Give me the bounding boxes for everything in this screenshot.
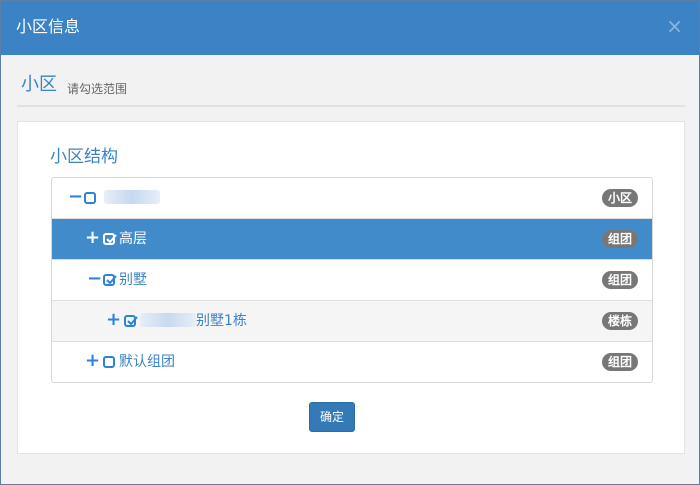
section-title: 小区 bbox=[21, 74, 57, 95]
checkbox-checked-icon[interactable] bbox=[103, 274, 117, 286]
tree-node-community[interactable]: − 小区 bbox=[52, 178, 652, 219]
node-type-badge: 组团 bbox=[601, 271, 638, 289]
tree-title: 小区结构 bbox=[50, 147, 118, 167]
expand-icon[interactable]: + bbox=[106, 311, 121, 329]
node-type-badge: 楼栋 bbox=[601, 312, 638, 330]
dialog-header: 小区信息 × bbox=[1, 1, 699, 55]
node-type-badge: 小区 bbox=[601, 189, 638, 207]
expand-icon[interactable]: + bbox=[85, 229, 100, 247]
section-header: 小区 请勾选范围 bbox=[17, 69, 685, 107]
confirm-button[interactable]: 确定 bbox=[309, 402, 355, 432]
tree-node-label bbox=[104, 189, 160, 207]
collapse-icon[interactable]: − bbox=[87, 270, 102, 288]
collapse-icon[interactable]: − bbox=[68, 188, 83, 206]
dialog-title: 小区信息 bbox=[16, 17, 81, 36]
community-tree: − 小区 + 高层 组团 − 别墅 组团 + 别墅1栋 楼栋 + 默认组团 组团 bbox=[51, 177, 653, 383]
node-type-badge: 组团 bbox=[601, 230, 638, 248]
checkbox-unchecked-icon[interactable] bbox=[84, 192, 96, 204]
close-icon[interactable]: × bbox=[666, 15, 683, 37]
tree-node-label: 别墅1栋 bbox=[140, 312, 247, 330]
checkbox-checked-icon[interactable] bbox=[124, 315, 138, 327]
section-subtitle: 请勾选范围 bbox=[67, 82, 128, 96]
redacted-community-name bbox=[140, 313, 196, 327]
checkbox-checked-icon[interactable] bbox=[103, 233, 117, 245]
node-type-badge: 组团 bbox=[601, 353, 638, 371]
tree-node-label: 高层 bbox=[119, 231, 147, 247]
tree-node-villa-building-1[interactable]: + 别墅1栋 楼栋 bbox=[52, 301, 652, 342]
tree-node-label: 默认组团 bbox=[119, 354, 175, 370]
tree-node-label: 别墅 bbox=[119, 272, 147, 288]
tree-node-default-group[interactable]: + 默认组团 组团 bbox=[52, 342, 652, 382]
tree-node-high-rise[interactable]: + 高层 组团 bbox=[52, 219, 652, 260]
redacted-community-name bbox=[104, 190, 160, 204]
checkbox-unchecked-icon[interactable] bbox=[103, 356, 115, 368]
expand-icon[interactable]: + bbox=[85, 352, 100, 370]
tree-node-villa[interactable]: − 别墅 组团 bbox=[52, 260, 652, 301]
structure-panel: 小区结构 − 小区 + 高层 组团 − 别墅 组团 + 别墅1栋 楼栋 + 默认… bbox=[17, 121, 685, 454]
community-info-dialog: 小区信息 × 小区 请勾选范围 小区结构 − 小区 + 高层 组团 − 别墅 组… bbox=[0, 0, 700, 485]
